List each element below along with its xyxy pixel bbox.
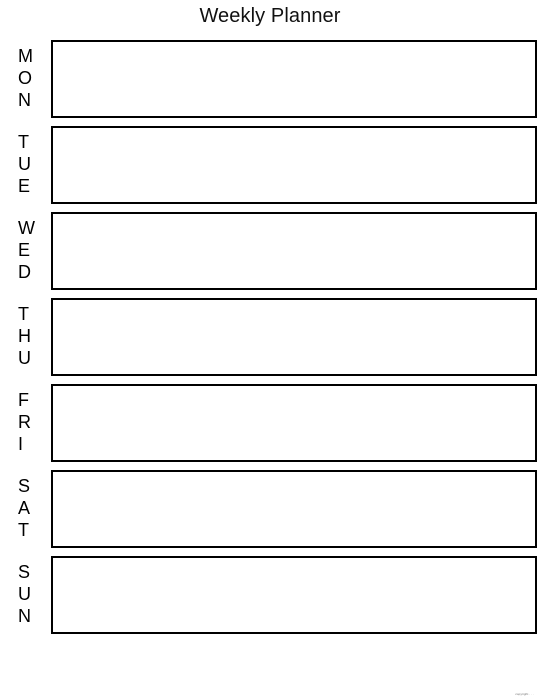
weekly-planner-page: Weekly Planner MONTUEWEDTHUFRISATSUN cop… xyxy=(0,0,540,697)
day-entry-box-tue[interactable] xyxy=(51,126,537,204)
day-label-letter: A xyxy=(18,498,31,518)
day-label-letter: E xyxy=(18,176,31,196)
day-row-sun: SUN xyxy=(0,555,540,634)
day-label-letter: I xyxy=(18,434,24,454)
day-label-letter: U xyxy=(18,154,31,174)
day-label-letter: O xyxy=(18,68,33,88)
day-rows-container: MONTUEWEDTHUFRISATSUN xyxy=(0,39,540,641)
day-label-tue: TUE xyxy=(18,125,48,203)
day-row-mon: MON xyxy=(0,39,540,118)
day-label-letter: N xyxy=(18,606,31,626)
day-label-letter: S xyxy=(18,562,31,582)
day-label-letter: H xyxy=(18,326,31,346)
day-label-sat: SAT xyxy=(18,469,48,547)
copyright-watermark: copyright . . . xyxy=(515,692,534,696)
day-entry-box-thu[interactable] xyxy=(51,298,537,376)
day-entry-box-mon[interactable] xyxy=(51,40,537,118)
day-entry-box-wed[interactable] xyxy=(51,212,537,290)
day-label-fri: FRI xyxy=(18,383,48,461)
day-label-sun: SUN xyxy=(18,555,48,633)
day-label-letter: U xyxy=(18,348,31,368)
day-entry-box-fri[interactable] xyxy=(51,384,537,462)
day-label-letter: R xyxy=(18,412,31,432)
day-row-thu: THU xyxy=(0,297,540,376)
day-label-letter: S xyxy=(18,476,31,496)
day-entry-box-sat[interactable] xyxy=(51,470,537,548)
day-label-letter: T xyxy=(18,132,29,152)
day-label-letter: T xyxy=(18,520,29,540)
day-label-wed: WED xyxy=(18,211,48,289)
day-label-letter: U xyxy=(18,584,31,604)
day-label-letter: M xyxy=(18,46,33,66)
day-label-letter: W xyxy=(18,218,35,238)
day-row-sat: SAT xyxy=(0,469,540,548)
day-row-wed: WED xyxy=(0,211,540,290)
day-label-letter: N xyxy=(18,90,31,110)
day-label-letter: E xyxy=(18,240,31,260)
day-label-letter: D xyxy=(18,262,31,282)
day-row-tue: TUE xyxy=(0,125,540,204)
day-label-mon: MON xyxy=(18,39,48,117)
day-label-letter: F xyxy=(18,390,29,410)
day-label-thu: THU xyxy=(18,297,48,375)
day-row-fri: FRI xyxy=(0,383,540,462)
day-label-letter: T xyxy=(18,304,29,324)
page-title: Weekly Planner xyxy=(199,5,341,27)
day-entry-box-sun[interactable] xyxy=(51,556,537,634)
